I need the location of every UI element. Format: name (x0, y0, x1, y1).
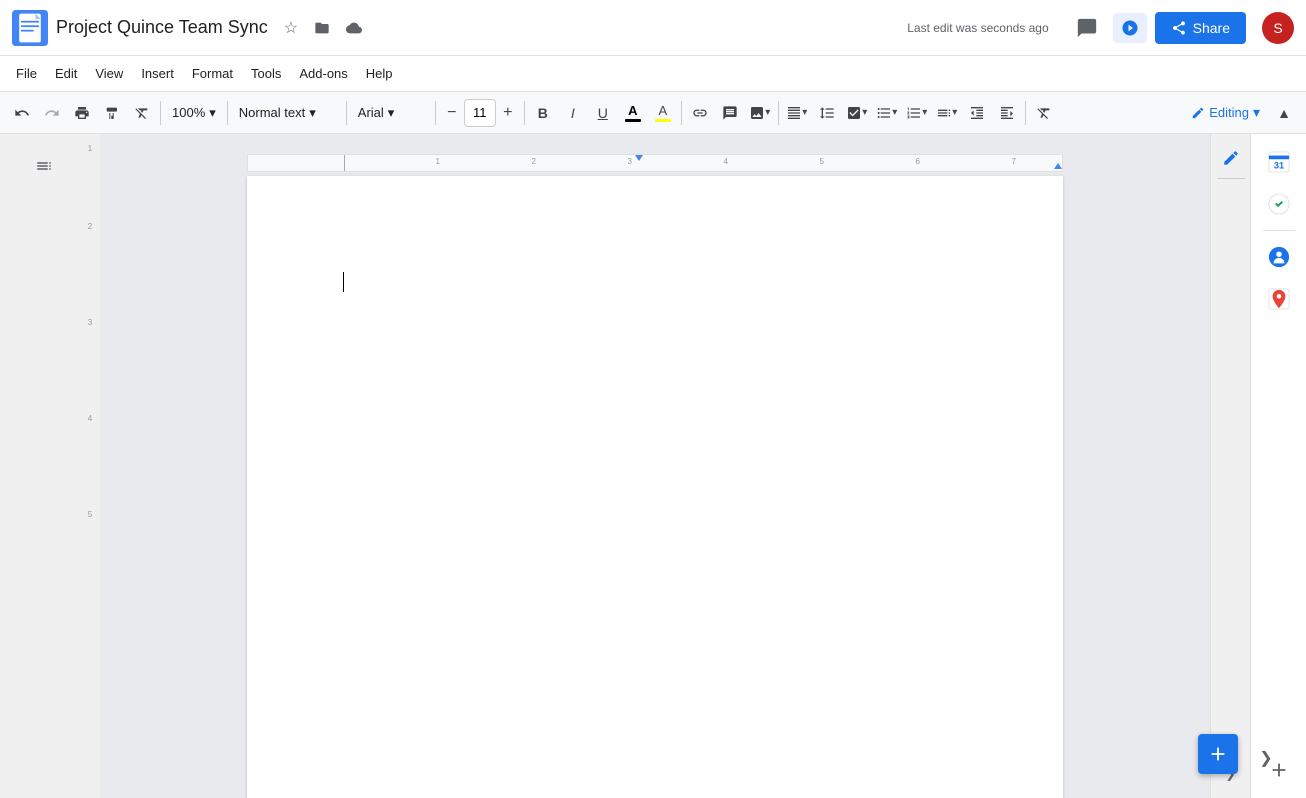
share-button[interactable]: Share (1155, 12, 1246, 44)
outline-icon[interactable] (28, 150, 60, 182)
redo-button[interactable] (38, 99, 66, 127)
underline-button[interactable]: U (589, 99, 617, 127)
separator-1 (160, 101, 161, 125)
document-page[interactable] (247, 176, 1063, 798)
menu-help[interactable]: Help (358, 62, 401, 85)
last-edit-status: Last edit was seconds ago (907, 21, 1048, 35)
collapse-button[interactable]: ❯ (1250, 742, 1282, 774)
font-size-input[interactable] (464, 99, 496, 127)
italic-button[interactable]: I (559, 99, 587, 127)
contacts-app-icon[interactable] (1259, 237, 1299, 277)
indent-increase-button[interactable] (993, 99, 1021, 127)
folder-button[interactable] (310, 16, 334, 40)
apps-separator (1263, 230, 1295, 231)
menu-edit[interactable]: Edit (47, 62, 85, 85)
menu-view[interactable]: View (87, 62, 131, 85)
paint-format-button[interactable] (98, 99, 126, 127)
highlight-color-button[interactable]: A (649, 99, 677, 127)
apps-sidebar: 31 (1250, 134, 1306, 798)
multilevel-list-button[interactable]: ▾ (933, 99, 961, 127)
checklist-button[interactable]: ▾ (843, 99, 871, 127)
horizontal-ruler: 1 2 3 4 5 6 7 (247, 154, 1063, 172)
undo-button[interactable] (8, 99, 36, 127)
tasks-app-icon[interactable] (1259, 184, 1299, 224)
editing-mode-button[interactable]: Editing ▾ (1183, 99, 1268, 127)
print-button[interactable] (68, 99, 96, 127)
right-toolbar: ❯ (1210, 134, 1250, 798)
add-content-button[interactable] (1198, 734, 1238, 774)
line-spacing-button[interactable] (813, 99, 841, 127)
svg-text:31: 31 (1273, 160, 1283, 170)
clear-formatting-button[interactable] (1030, 99, 1058, 127)
font-size-container: − + (440, 99, 520, 127)
menu-addons[interactable]: Add-ons (291, 62, 355, 85)
editing-pencil-button[interactable] (1215, 142, 1247, 174)
insert-image-button[interactable]: ▾ (746, 99, 774, 127)
doc-title: Project Quince Team Sync (56, 17, 268, 38)
separator-4 (435, 101, 436, 125)
separator-8 (1025, 101, 1026, 125)
text-color-button[interactable]: A (619, 99, 647, 127)
collapse-toolbar-button[interactable]: ▲ (1270, 99, 1298, 127)
outline-icon-container (28, 150, 60, 182)
toolbar: 100% ▾ Normal text ▾ Arial ▾ − + B I U A… (0, 92, 1306, 134)
vertical-ruler: 1 2 3 4 5 (80, 134, 100, 798)
font-size-increase-button[interactable]: + (496, 99, 520, 127)
font-size-decrease-button[interactable]: − (440, 99, 464, 127)
bullet-list-button[interactable]: ▾ (873, 99, 901, 127)
right-toolbar-sep (1217, 178, 1245, 179)
indent-decrease-button[interactable] (963, 99, 991, 127)
separator-5 (524, 101, 525, 125)
separator-2 (227, 101, 228, 125)
numbered-list-button[interactable]: ▾ (903, 99, 931, 127)
menu-insert[interactable]: Insert (133, 62, 182, 85)
menu-file[interactable]: File (8, 62, 45, 85)
main-area: 1 2 3 4 5 1 2 3 4 5 6 7 (0, 134, 1306, 798)
google-docs-icon (12, 10, 48, 46)
tab-stop-marker (635, 155, 643, 161)
title-bar: Project Quince Team Sync ☆ Last edit was… (0, 0, 1306, 56)
menu-format[interactable]: Format (184, 62, 241, 85)
cloud-button[interactable] (342, 16, 366, 40)
separator-7 (778, 101, 779, 125)
star-button[interactable]: ☆ (280, 14, 302, 42)
calendar-app-icon[interactable]: 31 (1259, 142, 1299, 182)
clear-format-button[interactable] (128, 99, 156, 127)
present-button[interactable] (1113, 13, 1147, 43)
bold-button[interactable]: B (529, 99, 557, 127)
separator-6 (681, 101, 682, 125)
style-dropdown[interactable]: Normal text ▾ (232, 99, 342, 127)
text-align-button[interactable]: ▾ (783, 99, 811, 127)
text-cursor (343, 272, 344, 292)
maps-app-icon[interactable] (1259, 279, 1299, 319)
comments-button[interactable] (1069, 10, 1105, 46)
menu-bar: File Edit View Insert Format Tools Add-o… (0, 56, 1306, 92)
menu-tools[interactable]: Tools (243, 62, 289, 85)
document-area[interactable]: 1 2 3 4 5 6 7 (100, 134, 1210, 798)
zoom-dropdown[interactable]: 100% ▾ (165, 99, 223, 127)
add-comment-button[interactable] (716, 99, 744, 127)
avatar[interactable]: S (1262, 12, 1294, 44)
font-dropdown[interactable]: Arial ▾ (351, 99, 431, 127)
tab-stop-marker-right (1054, 163, 1062, 169)
insert-link-button[interactable] (686, 99, 714, 127)
sidebar-left: 1 2 3 4 5 (0, 134, 100, 798)
separator-3 (346, 101, 347, 125)
